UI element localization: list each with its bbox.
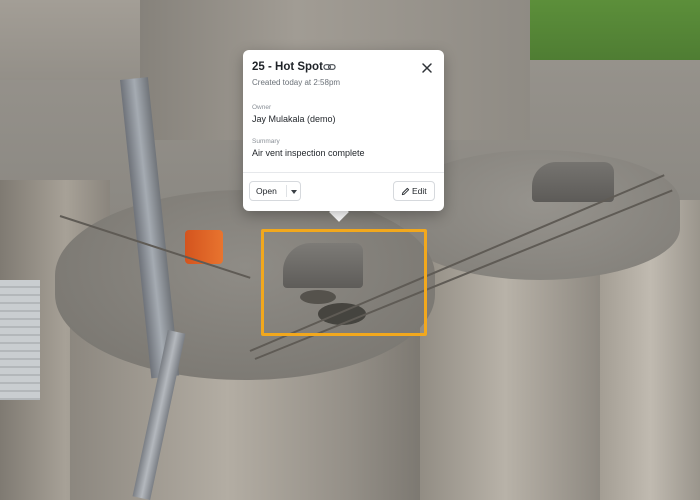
dropdown-separator: [286, 185, 287, 197]
grass-area: [520, 0, 700, 60]
popover-title: 25 - Hot Spot: [252, 61, 323, 73]
rear-structure: [0, 0, 150, 80]
edit-button[interactable]: Edit: [393, 181, 435, 201]
owner-value: Jay Mulakala (demo): [252, 114, 336, 124]
edit-label: Edit: [412, 186, 427, 196]
summary-value: Air vent inspection complete: [252, 148, 365, 158]
status-dropdown[interactable]: Open: [249, 181, 301, 201]
status-value: Open: [256, 186, 277, 196]
link-icon[interactable]: [323, 61, 336, 73]
hotspot-popover: 25 - Hot Spot Created today at 2:58pm Ow…: [243, 50, 444, 211]
chevron-down-icon[interactable]: [291, 190, 297, 194]
summary-label: Summary: [252, 138, 280, 145]
divider: [243, 172, 444, 173]
created-timestamp: Created today at 2:58pm: [252, 78, 341, 87]
metal-roof: [0, 280, 40, 400]
hotspot-highlight-box[interactable]: [261, 229, 427, 336]
air-vent: [532, 162, 614, 202]
pencil-icon: [401, 187, 410, 196]
close-icon[interactable]: [419, 60, 435, 76]
owner-label: Owner: [252, 104, 272, 111]
